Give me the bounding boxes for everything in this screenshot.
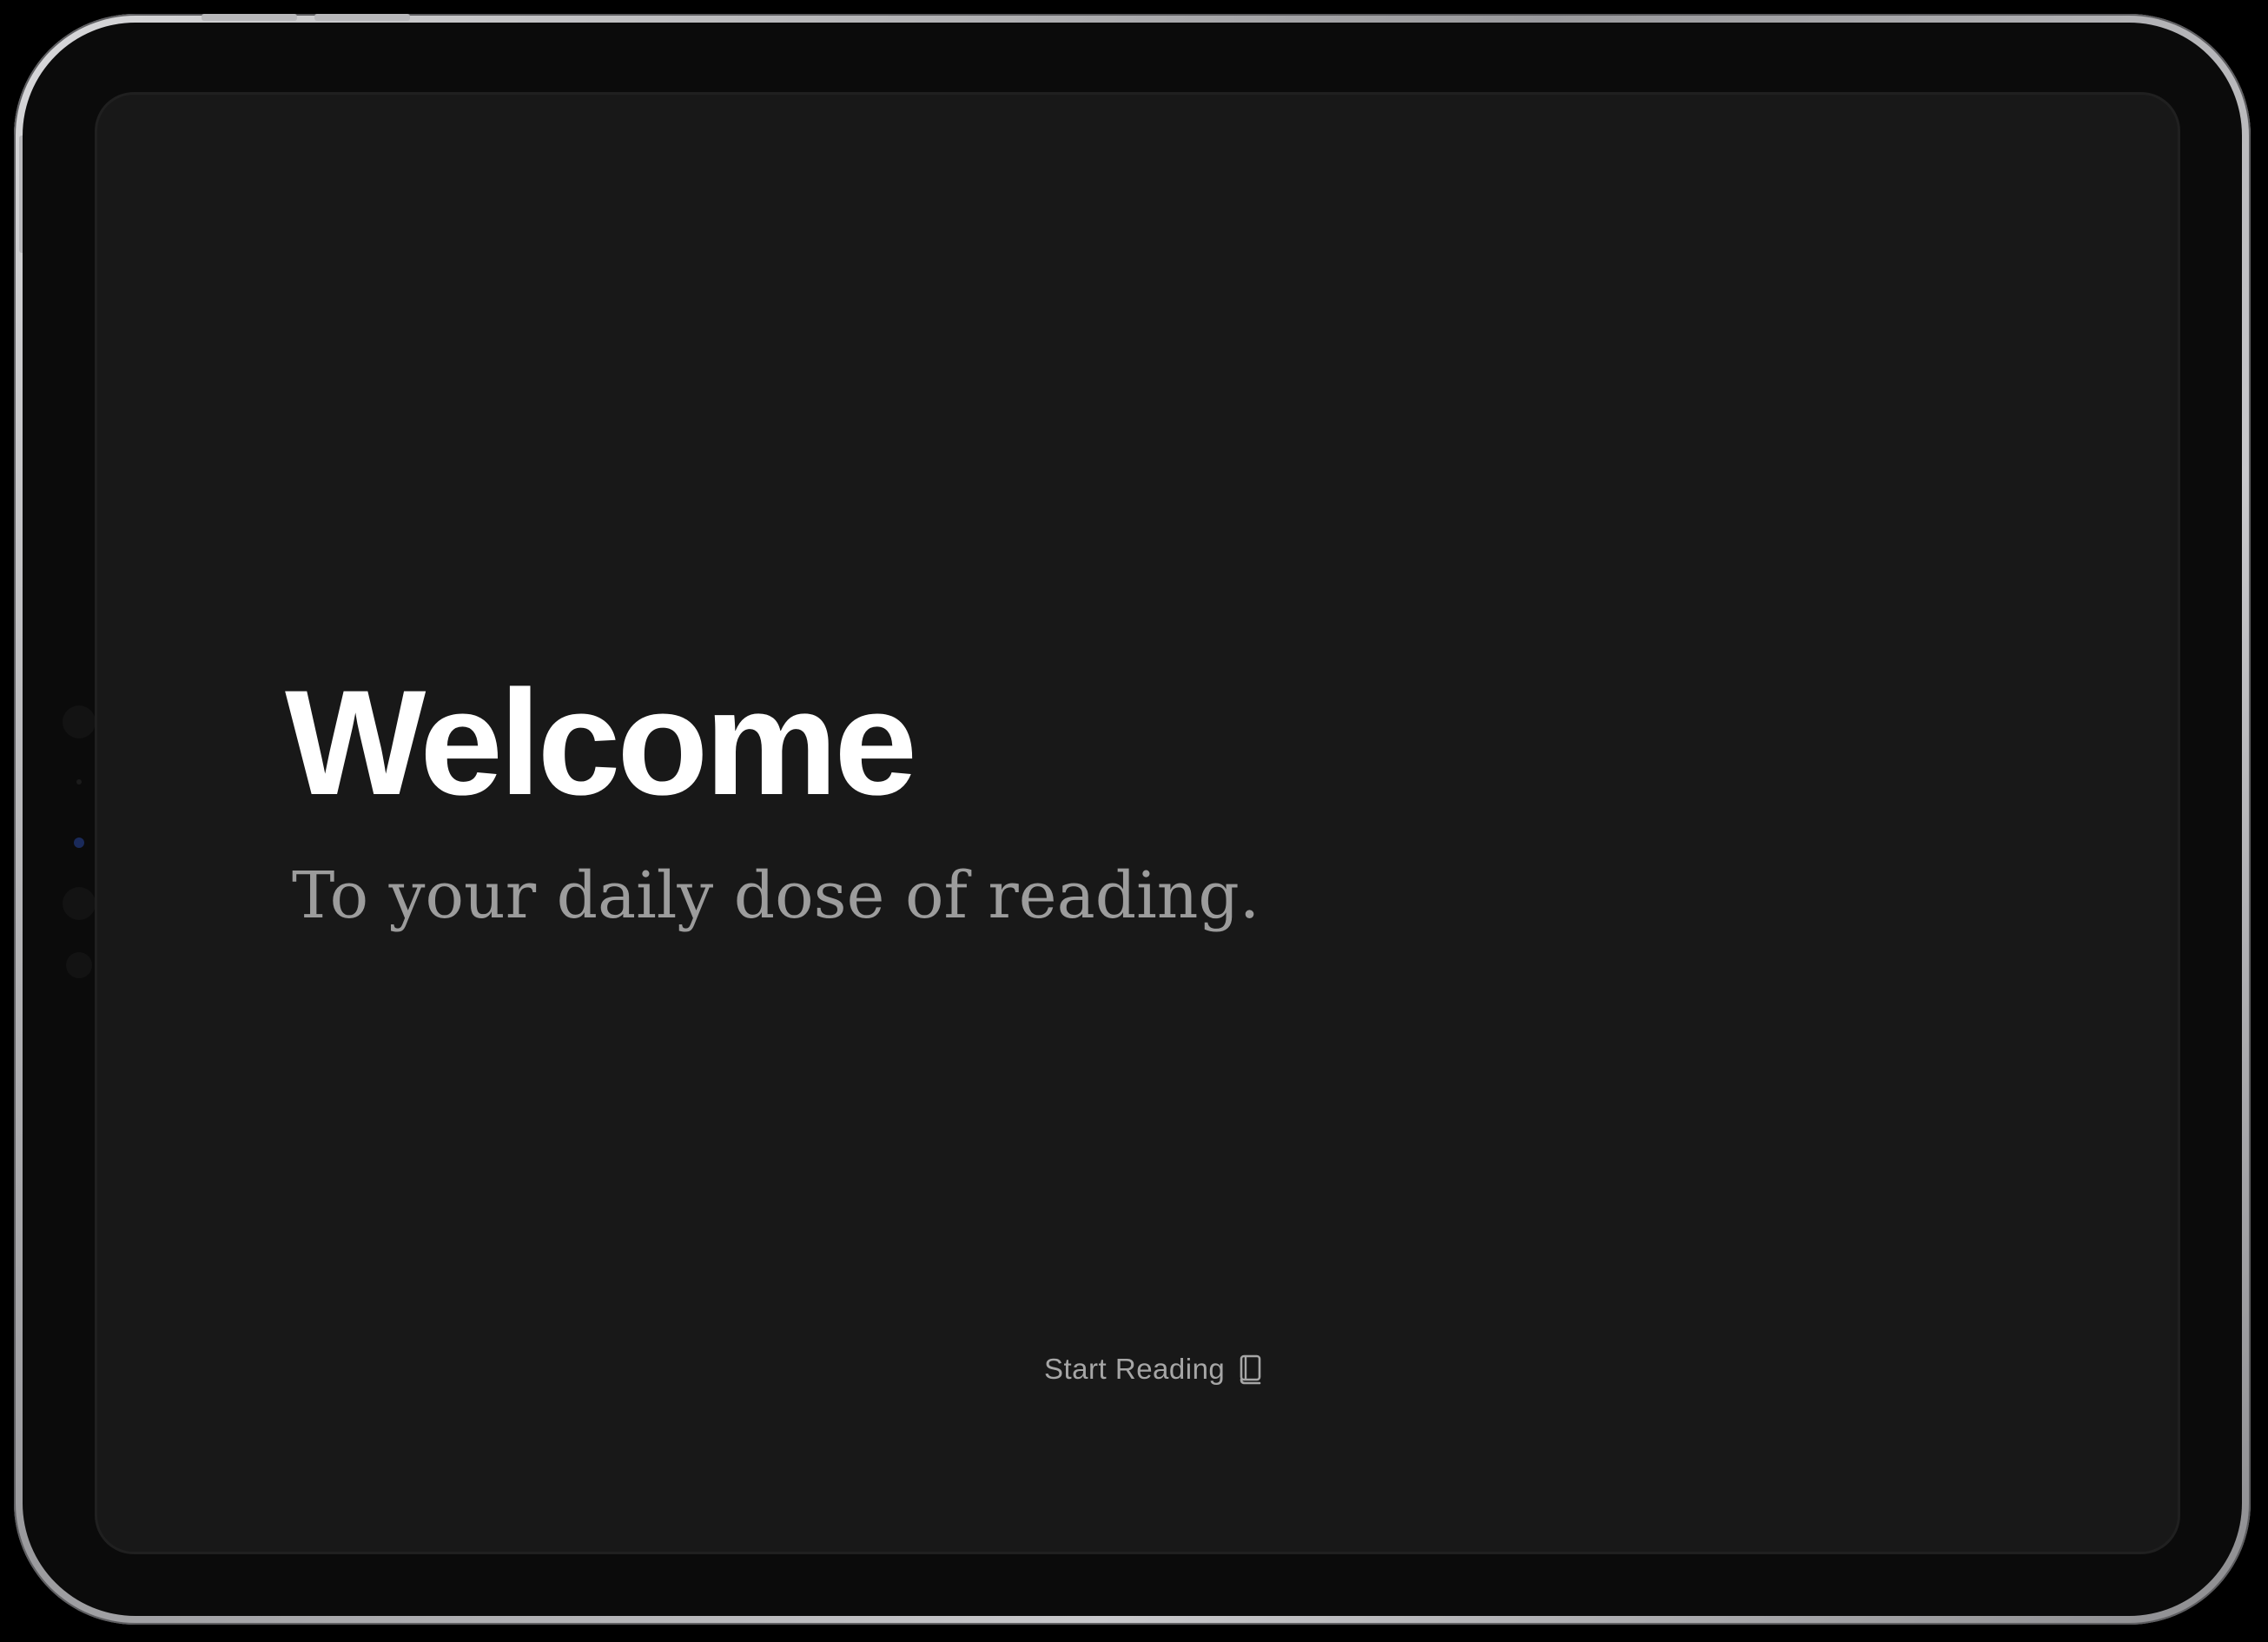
face-id-sensor: [63, 887, 96, 920]
app-screen: Welcome To your daily dose of reading. S…: [97, 95, 2178, 1552]
tablet-device-frame: Welcome To your daily dose of reading. S…: [14, 14, 2251, 1625]
top-volume-button: [202, 14, 297, 21]
book-icon: [1237, 1354, 1263, 1385]
top-power-button: [314, 14, 410, 21]
front-camera-lens: [74, 838, 84, 848]
start-reading-label: Start Reading: [1044, 1353, 1226, 1385]
start-reading-button[interactable]: Start Reading: [1035, 1346, 1272, 1393]
ambient-sensor: [76, 779, 82, 785]
camera-sensor: [63, 705, 96, 738]
welcome-subtitle: To your daily dose of reading.: [292, 858, 1260, 933]
welcome-title: Welcome: [285, 659, 917, 826]
proximity-sensor: [66, 952, 92, 978]
